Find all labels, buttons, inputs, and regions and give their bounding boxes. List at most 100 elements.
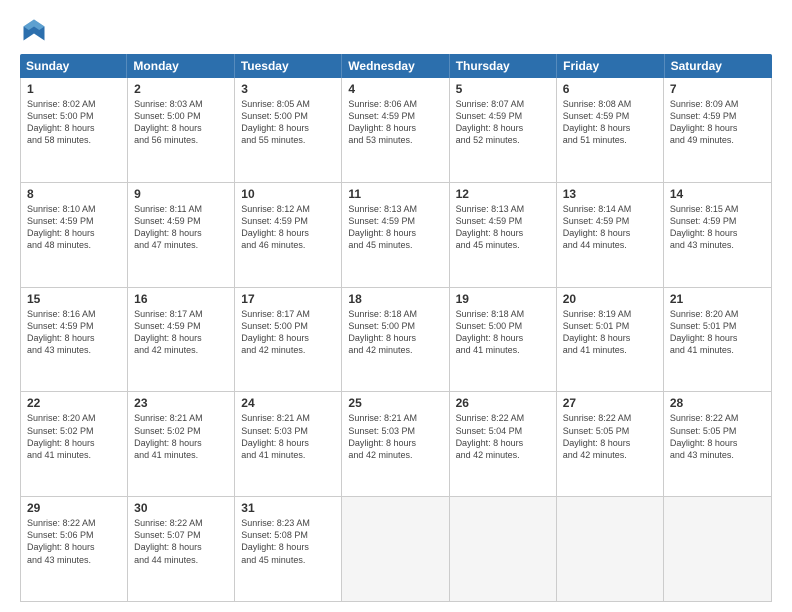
weekday-header: Monday <box>127 54 234 78</box>
day-number: 13 <box>563 187 657 201</box>
calendar-header: SundayMondayTuesdayWednesdayThursdayFrid… <box>20 54 772 78</box>
cell-info-line: Sunset: 4:59 PM <box>134 215 228 227</box>
cell-info-line: and 41 minutes. <box>134 449 228 461</box>
calendar-cell: 4 Sunrise: 8:06 AMSunset: 4:59 PMDaylight… <box>342 78 449 182</box>
cell-info-line: Sunset: 5:00 PM <box>348 320 442 332</box>
cell-info-line: Daylight: 8 hours <box>670 227 765 239</box>
cell-info-line: and 42 minutes. <box>456 449 550 461</box>
cell-info-line: and 45 minutes. <box>348 239 442 251</box>
calendar-cell: 10Sunrise: 8:12 AMSunset: 4:59 PMDayligh… <box>235 183 342 287</box>
cell-info-line: Sunrise: 8:08 AM <box>563 98 657 110</box>
day-number: 14 <box>670 187 765 201</box>
calendar-cell: 30Sunrise: 8:22 AMSunset: 5:07 PMDayligh… <box>128 497 235 601</box>
cell-info-line: Sunset: 5:05 PM <box>670 425 765 437</box>
cell-info-line: and 48 minutes. <box>27 239 121 251</box>
cell-info-line: Sunset: 5:07 PM <box>134 529 228 541</box>
cell-info-line: and 41 minutes. <box>670 344 765 356</box>
cell-info-line: Sunset: 5:00 PM <box>134 110 228 122</box>
cell-info-line: and 44 minutes. <box>563 239 657 251</box>
cell-info-line: Daylight: 8 hours <box>348 437 442 449</box>
cell-info-line: Sunset: 4:59 PM <box>348 110 442 122</box>
weekday-header: Thursday <box>450 54 557 78</box>
cell-info-line: Daylight: 8 hours <box>134 122 228 134</box>
cell-info-line: Sunrise: 8:05 AM <box>241 98 335 110</box>
cell-info-line: Sunset: 4:59 PM <box>456 215 550 227</box>
calendar-cell: 24Sunrise: 8:21 AMSunset: 5:03 PMDayligh… <box>235 392 342 496</box>
day-number: 2 <box>134 82 228 96</box>
cell-info-line: Sunrise: 8:09 AM <box>670 98 765 110</box>
day-number: 16 <box>134 292 228 306</box>
calendar-cell: 5Sunrise: 8:07 AMSunset: 4:59 PMDaylight… <box>450 78 557 182</box>
cell-info-line: Sunset: 5:05 PM <box>563 425 657 437</box>
cell-info-line: and 43 minutes. <box>27 344 121 356</box>
calendar-cell: 12 Sunrise: 8:13 AMSunset: 4:59 PMDayligh… <box>450 183 557 287</box>
cell-info-line: Daylight: 8 hours <box>27 437 121 449</box>
calendar-cell: 8Sunrise: 8:10 AMSunset: 4:59 PMDaylight… <box>21 183 128 287</box>
cell-info-line: and 42 minutes. <box>348 344 442 356</box>
day-number: 31 <box>241 501 335 515</box>
day-number: 18 <box>348 292 442 306</box>
cell-info-line: Sunrise: 8:17 AM <box>241 308 335 320</box>
calendar-cell: 20Sunrise: 8:19 AMSunset: 5:01 PMDayligh… <box>557 288 664 392</box>
calendar-cell: 3Sunrise: 8:05 AMSunset: 5:00 PMDaylight… <box>235 78 342 182</box>
cell-info-line: Daylight: 8 hours <box>670 122 765 134</box>
cell-info-line: Sunrise: 8:12 AM <box>241 203 335 215</box>
cell-info-line: and 41 minutes. <box>27 449 121 461</box>
day-number: 25 <box>348 396 442 410</box>
cell-info-line: Sunrise: 8:02 AM <box>27 98 121 110</box>
cell-info-line: Sunset: 5:00 PM <box>27 110 121 122</box>
calendar-cell: 21Sunrise: 8:20 AMSunset: 5:01 PMDayligh… <box>664 288 771 392</box>
cell-info-line: and 56 minutes. <box>134 134 228 146</box>
day-number: 23 <box>134 396 228 410</box>
cell-info-line: and 52 minutes. <box>456 134 550 146</box>
empty-cell <box>664 497 771 601</box>
calendar-cell: 19Sunrise: 8:18 AMSunset: 5:00 PMDayligh… <box>450 288 557 392</box>
cell-info-line: and 58 minutes. <box>27 134 121 146</box>
cell-info-line: Daylight: 8 hours <box>348 227 442 239</box>
day-number: 9 <box>134 187 228 201</box>
cell-info-line: Sunrise: 8:20 AM <box>670 308 765 320</box>
cell-info-line: Sunrise: 8:18 AM <box>348 308 442 320</box>
cell-info-line: Daylight: 8 hours <box>456 437 550 449</box>
cell-info-line: Sunset: 4:59 PM <box>670 215 765 227</box>
cell-info-line: Sunrise: 8:10 AM <box>27 203 121 215</box>
cell-info-line: Sunrise: 8:22 AM <box>670 412 765 424</box>
day-number: 1 <box>27 82 121 96</box>
cell-info-line: Daylight: 8 hours <box>134 541 228 553</box>
cell-info-line: Sunrise: 8:17 AM <box>134 308 228 320</box>
day-number: 4 <box>348 82 442 96</box>
cell-info-line: Sunset: 4:59 PM <box>670 110 765 122</box>
cell-info-line: Daylight: 8 hours <box>348 122 442 134</box>
day-number: 28 <box>670 396 765 410</box>
day-number: 6 <box>563 82 657 96</box>
cell-info-line: Sunset: 4:59 PM <box>27 320 121 332</box>
cell-info-line: Sunset: 4:59 PM <box>563 110 657 122</box>
cell-info-line: Sunrise: 8:22 AM <box>27 517 121 529</box>
cell-info-line: Sunrise: 8:22 AM <box>563 412 657 424</box>
cell-info-line: Daylight: 8 hours <box>241 437 335 449</box>
day-number: 17 <box>241 292 335 306</box>
cell-info-line: Sunrise: 8:22 AM <box>134 517 228 529</box>
cell-info-line: Daylight: 8 hours <box>27 541 121 553</box>
cell-info-line: Sunrise: 8:07 AM <box>456 98 550 110</box>
cell-info-line: Sunrise: 8:18 AM <box>456 308 550 320</box>
cell-info-line: Daylight: 8 hours <box>241 332 335 344</box>
day-number: 11 <box>348 187 442 201</box>
day-number: 12 <box>456 187 550 201</box>
calendar-cell: 27Sunrise: 8:22 AMSunset: 5:05 PMDayligh… <box>557 392 664 496</box>
weekday-header: Saturday <box>665 54 772 78</box>
cell-info-line: and 41 minutes. <box>241 449 335 461</box>
cell-info-line: Daylight: 8 hours <box>241 122 335 134</box>
cell-info-line: and 55 minutes. <box>241 134 335 146</box>
weekday-header: Tuesday <box>235 54 342 78</box>
day-number: 5 <box>456 82 550 96</box>
calendar-cell: 26Sunrise: 8:22 AMSunset: 5:04 PMDayligh… <box>450 392 557 496</box>
cell-info-line: and 51 minutes. <box>563 134 657 146</box>
cell-info-line: Sunset: 4:59 PM <box>563 215 657 227</box>
cell-info-line: Sunrise: 8:06 AM <box>348 98 442 110</box>
cell-info-line: Sunrise: 8:13 AM <box>456 203 550 215</box>
cell-info-line: Sunrise: 8:11 AM <box>134 203 228 215</box>
cell-info-line: Daylight: 8 hours <box>456 227 550 239</box>
calendar-cell: 31Sunrise: 8:23 AMSunset: 5:08 PMDayligh… <box>235 497 342 601</box>
cell-info-line: Daylight: 8 hours <box>456 122 550 134</box>
